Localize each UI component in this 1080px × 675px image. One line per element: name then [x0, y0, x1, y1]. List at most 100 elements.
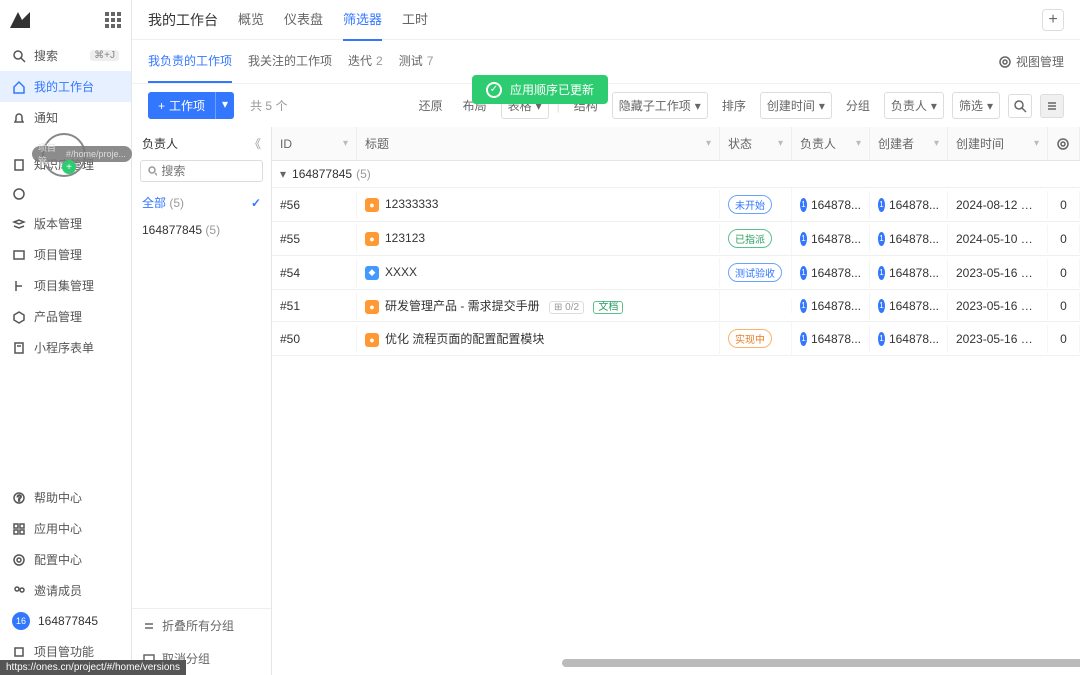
table-row[interactable]: #54 ◆XXXX 测试验收 1164878... 1164878... 202… — [272, 256, 1080, 290]
cell-status[interactable]: 未开始 — [720, 188, 792, 221]
cell-owner[interactable]: 1164878... — [792, 259, 870, 287]
cell-status[interactable]: 实现中 — [720, 322, 792, 355]
view-management[interactable]: 视图管理 — [998, 53, 1064, 70]
structure-dropdown[interactable]: 隐藏子工作项 ▾ — [612, 92, 708, 119]
header-tab[interactable]: 工时 — [402, 0, 428, 41]
nav-label: 应用中心 — [34, 520, 82, 537]
subtab[interactable]: 迭代2 — [348, 40, 383, 83]
total-count: 共 5 个 — [250, 97, 287, 114]
nav-project-set[interactable]: 项目集管理 — [0, 270, 131, 301]
subtab[interactable]: 测试7 — [399, 40, 434, 83]
group-search[interactable] — [140, 160, 263, 182]
cell-title[interactable]: ●123123 — [357, 224, 720, 253]
table-row[interactable]: #50 ●优化 流程页面的配置配置模块 实现中 1164878... 11648… — [272, 322, 1080, 356]
add-workitem-dropdown[interactable]: ▾ — [215, 92, 234, 119]
cell-tail: 0 — [1048, 259, 1080, 287]
horizontal-scrollbar[interactable] — [562, 659, 1080, 667]
nav-appcenter[interactable]: 应用中心 — [0, 513, 131, 544]
apps-icon[interactable] — [105, 12, 121, 28]
group-all[interactable]: 全部 (5) ✓ — [132, 188, 271, 217]
search-icon — [12, 49, 26, 63]
group-item[interactable]: 164877845 (5) — [132, 217, 271, 243]
cell-owner[interactable]: 1164878... — [792, 191, 870, 219]
sort-label: 排序 — [716, 93, 752, 118]
cell-title[interactable]: ●12333333 — [357, 190, 720, 219]
nav-label: 搜索 — [34, 47, 58, 64]
avatar: 16 — [12, 612, 30, 630]
subtab[interactable]: 我关注的工作项 — [248, 40, 332, 83]
cell-title[interactable]: ●研发管理产品 - 需求提交手册 ⊞ 0/2 文档 — [357, 290, 720, 321]
group-dropdown[interactable]: 负责人 ▾ — [884, 92, 944, 119]
cell-creator: 1164878... — [870, 325, 948, 353]
cell-title[interactable]: ●优化 流程页面的配置配置模块 — [357, 323, 720, 354]
group-search-input[interactable] — [161, 164, 256, 178]
cell-status[interactable]: 已指派 — [720, 222, 792, 255]
col-settings[interactable] — [1048, 127, 1080, 160]
nav-label: 产品管理 — [34, 308, 82, 325]
collapse-panel-icon[interactable]: 《 — [249, 135, 261, 152]
help-icon: ? — [12, 491, 26, 505]
nav-label: 版本管理 — [34, 215, 82, 232]
subtask-badge: ⊞ 0/2 — [549, 301, 584, 314]
nav-item[interactable] — [0, 180, 131, 208]
table-row[interactable]: #56 ●12333333 未开始 1164878... 1164878... … — [272, 188, 1080, 222]
cell-owner[interactable]: 1164878... — [792, 325, 870, 353]
table-row[interactable]: #55 ●123123 已指派 1164878... 1164878... 20… — [272, 222, 1080, 256]
cell-title[interactable]: ◆XXXX — [357, 258, 720, 287]
success-toast: ✓ 应用顺序已更新 — [472, 75, 608, 104]
col-creator[interactable]: 创建者▾ — [870, 127, 948, 160]
header-tab[interactable]: 概览 — [238, 0, 264, 41]
grid-icon — [12, 522, 26, 536]
nav-invite[interactable]: 邀请成员 — [0, 575, 131, 606]
restore-button[interactable]: 还原 — [413, 93, 449, 118]
nav-form[interactable]: 小程序表单 — [0, 332, 131, 363]
nav-version[interactable]: 版本管理 — [0, 208, 131, 239]
sort-dropdown[interactable]: 创建时间 ▾ — [760, 92, 832, 119]
nav-product[interactable]: 产品管理 — [0, 301, 131, 332]
nav-config[interactable]: 配置中心 — [0, 544, 131, 575]
cell-status[interactable]: 测试验收 — [720, 256, 792, 289]
search-button[interactable] — [1008, 94, 1032, 118]
list-icon — [1045, 99, 1059, 113]
user-row[interactable]: 16 164877845 — [0, 606, 131, 636]
cell-creator: 1164878... — [870, 191, 948, 219]
nav-workspace[interactable]: 我的工作台 — [0, 71, 131, 102]
list-view-button[interactable] — [1040, 94, 1064, 118]
search-icon — [147, 165, 157, 177]
col-owner[interactable]: 负责人▾ — [792, 127, 870, 160]
nav-knowledge[interactable]: 知识库管理 — [0, 149, 131, 180]
col-id[interactable]: ID▾ — [272, 127, 357, 160]
table-group-header[interactable]: ▾ 164877845 (5) — [272, 161, 1080, 188]
col-created[interactable]: 创建时间▾ — [948, 127, 1048, 160]
header-tab[interactable]: 仪表盘 — [284, 0, 323, 41]
layers-icon — [12, 217, 26, 231]
col-title[interactable]: 标题▾ — [357, 127, 720, 160]
bell-icon — [12, 111, 26, 125]
nav-project[interactable]: 项目管理 — [0, 239, 131, 270]
header-tab[interactable]: 筛选器 — [343, 0, 382, 41]
collapse-all-groups[interactable]: 折叠所有分组 — [132, 609, 271, 642]
doc-icon — [12, 158, 26, 172]
filter-dropdown[interactable]: 筛选 ▾ — [952, 92, 1000, 119]
nav-notifications[interactable]: 通知 — [0, 102, 131, 133]
cell-id: #55 — [272, 225, 357, 253]
add-workitem-button[interactable]: + 工作项 — [148, 92, 215, 119]
cell-creator: 1164878... — [870, 225, 948, 253]
form-icon — [12, 341, 26, 355]
add-button[interactable]: + — [1042, 9, 1064, 31]
nav-search[interactable]: 搜索 ⌘+J — [0, 40, 131, 71]
col-status[interactable]: 状态▾ — [720, 127, 792, 160]
cell-status[interactable] — [720, 299, 792, 313]
table-row[interactable]: #51 ●研发管理产品 - 需求提交手册 ⊞ 0/2 文档 1164878...… — [272, 290, 1080, 322]
cell-owner[interactable]: 1164878... — [792, 292, 870, 320]
shortcut-badge: ⌘+J — [90, 50, 119, 61]
cell-owner[interactable]: 1164878... — [792, 225, 870, 253]
chevron-down-icon: ▾ — [280, 167, 286, 181]
username: 164877845 — [38, 614, 98, 628]
cell-created: 2024-05-10 22:05... — [948, 225, 1048, 253]
logo — [10, 12, 30, 28]
type-icon: ● — [365, 198, 379, 212]
nav-help[interactable]: ?帮助中心 — [0, 482, 131, 513]
subtab[interactable]: 我负责的工作项 — [148, 40, 232, 83]
type-icon: ● — [365, 232, 379, 246]
